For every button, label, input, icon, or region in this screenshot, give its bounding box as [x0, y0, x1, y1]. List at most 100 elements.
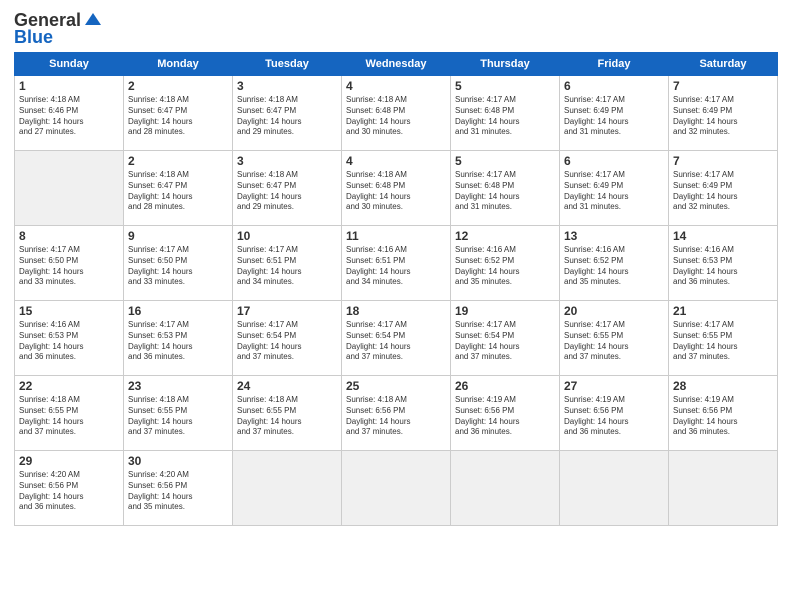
day-header-monday: Monday — [124, 53, 233, 76]
calendar-cell: 5 Sunrise: 4:17 AM Sunset: 6:48 PM Daylig… — [451, 151, 560, 226]
day-number: 13 — [564, 229, 664, 243]
cell-info: Sunrise: 4:17 AM Sunset: 6:50 PM Dayligh… — [19, 245, 119, 288]
day-number: 7 — [673, 154, 773, 168]
calendar-cell: 5 Sunrise: 4:17 AM Sunset: 6:48 PM Daylig… — [451, 76, 560, 151]
day-number: 2 — [128, 79, 228, 93]
day-number: 28 — [673, 379, 773, 393]
logo: General Blue — [14, 10, 103, 48]
calendar-cell: 7 Sunrise: 4:17 AM Sunset: 6:49 PM Daylig… — [669, 151, 778, 226]
calendar-cell: 8 Sunrise: 4:17 AM Sunset: 6:50 PM Daylig… — [15, 226, 124, 301]
calendar-cell: 10 Sunrise: 4:17 AM Sunset: 6:51 PM Dayli… — [233, 226, 342, 301]
day-number: 3 — [237, 79, 337, 93]
day-number: 10 — [237, 229, 337, 243]
day-number: 11 — [346, 229, 446, 243]
calendar-cell: 21Sunrise: 4:17 AM Sunset: 6:55 PM Dayli… — [669, 301, 778, 376]
day-number: 19 — [455, 304, 555, 318]
calendar-cell: 3Sunrise: 4:18 AM Sunset: 6:47 PM Daylig… — [233, 151, 342, 226]
calendar-cell — [15, 151, 124, 226]
day-number: 6 — [564, 79, 664, 93]
day-number: 30 — [128, 454, 228, 468]
day-number: 4 — [346, 154, 446, 168]
calendar-cell: 30 Sunrise: 4:20 AM Sunset: 6:56 PM Dayli… — [124, 451, 233, 526]
cell-info: Sunrise: 4:17 AM Sunset: 6:48 PM Dayligh… — [455, 170, 555, 213]
day-number: 16 — [128, 304, 228, 318]
cell-info: Sunrise: 4:20 AM Sunset: 6:56 PM Dayligh… — [19, 470, 119, 513]
logo-blue-text: Blue — [14, 27, 53, 48]
calendar-cell: 29 Sunrise: 4:20 AM Sunset: 6:56 PM Dayli… — [15, 451, 124, 526]
calendar-cell: 16 Sunrise: 4:17 AM Sunset: 6:53 PM Dayli… — [124, 301, 233, 376]
day-number: 1 — [19, 79, 119, 93]
calendar-cell: 1Sunrise: 4:18 AM Sunset: 6:46 PM Daylig… — [15, 76, 124, 151]
cell-info: Sunrise: 4:18 AM Sunset: 6:47 PM Dayligh… — [128, 170, 228, 213]
cell-info: Sunrise: 4:17 AM Sunset: 6:51 PM Dayligh… — [237, 245, 337, 288]
cell-info: Sunrise: 4:19 AM Sunset: 6:56 PM Dayligh… — [455, 395, 555, 438]
day-number: 3 — [237, 154, 337, 168]
calendar-cell: 11 Sunrise: 4:16 AM Sunset: 6:51 PM Dayli… — [342, 226, 451, 301]
calendar-cell — [451, 451, 560, 526]
calendar-week-2: 8 Sunrise: 4:17 AM Sunset: 6:50 PM Daylig… — [15, 226, 778, 301]
cell-info: Sunrise: 4:17 AM Sunset: 6:53 PM Dayligh… — [128, 320, 228, 363]
calendar-cell: 2 Sunrise: 4:18 AM Sunset: 6:47 PM Daylig… — [124, 151, 233, 226]
cell-info: Sunrise: 4:17 AM Sunset: 6:49 PM Dayligh… — [564, 95, 664, 138]
calendar-cell: 2 Sunrise: 4:18 AM Sunset: 6:47 PM Daylig… — [124, 76, 233, 151]
day-number: 18 — [346, 304, 446, 318]
day-number: 25 — [346, 379, 446, 393]
day-number: 17 — [237, 304, 337, 318]
cell-info: Sunrise: 4:19 AM Sunset: 6:56 PM Dayligh… — [673, 395, 773, 438]
cell-info: Sunrise: 4:16 AM Sunset: 6:51 PM Dayligh… — [346, 245, 446, 288]
cell-info: Sunrise: 4:18 AM Sunset: 6:55 PM Dayligh… — [237, 395, 337, 438]
calendar-cell: 14Sunrise: 4:16 AM Sunset: 6:53 PM Dayli… — [669, 226, 778, 301]
cell-info: Sunrise: 4:19 AM Sunset: 6:56 PM Dayligh… — [564, 395, 664, 438]
calendar-cell: 18 Sunrise: 4:17 AM Sunset: 6:54 PM Dayli… — [342, 301, 451, 376]
cell-info: Sunrise: 4:17 AM Sunset: 6:50 PM Dayligh… — [128, 245, 228, 288]
day-number: 5 — [455, 79, 555, 93]
day-number: 2 — [128, 154, 228, 168]
day-number: 5 — [455, 154, 555, 168]
cell-info: Sunrise: 4:17 AM Sunset: 6:54 PM Dayligh… — [455, 320, 555, 363]
day-number: 24 — [237, 379, 337, 393]
cell-info: Sunrise: 4:16 AM Sunset: 6:52 PM Dayligh… — [564, 245, 664, 288]
day-header-tuesday: Tuesday — [233, 53, 342, 76]
day-number: 14 — [673, 229, 773, 243]
calendar-cell — [233, 451, 342, 526]
calendar-cell: 6Sunrise: 4:17 AM Sunset: 6:49 PM Daylig… — [560, 151, 669, 226]
cell-info: Sunrise: 4:18 AM Sunset: 6:47 PM Dayligh… — [128, 95, 228, 138]
day-number: 8 — [19, 229, 119, 243]
cell-info: Sunrise: 4:20 AM Sunset: 6:56 PM Dayligh… — [128, 470, 228, 513]
calendar-table: SundayMondayTuesdayWednesdayThursdayFrid… — [14, 52, 778, 526]
cell-info: Sunrise: 4:18 AM Sunset: 6:56 PM Dayligh… — [346, 395, 446, 438]
day-number: 23 — [128, 379, 228, 393]
day-number: 15 — [19, 304, 119, 318]
logo-icon — [83, 11, 103, 31]
calendar-cell: 19 Sunrise: 4:17 AM Sunset: 6:54 PM Dayli… — [451, 301, 560, 376]
calendar-cell — [560, 451, 669, 526]
main-container: General Blue SundayMondayTuesdayWednesda… — [0, 0, 792, 534]
cell-info: Sunrise: 4:18 AM Sunset: 6:47 PM Dayligh… — [237, 95, 337, 138]
header: General Blue — [14, 10, 778, 48]
day-number: 9 — [128, 229, 228, 243]
calendar-cell: 3 Sunrise: 4:18 AM Sunset: 6:47 PM Daylig… — [233, 76, 342, 151]
day-header-saturday: Saturday — [669, 53, 778, 76]
cell-info: Sunrise: 4:18 AM Sunset: 6:55 PM Dayligh… — [128, 395, 228, 438]
day-number: 29 — [19, 454, 119, 468]
cell-info: Sunrise: 4:17 AM Sunset: 6:54 PM Dayligh… — [237, 320, 337, 363]
calendar-week-3: 15Sunrise: 4:16 AM Sunset: 6:53 PM Dayli… — [15, 301, 778, 376]
day-number: 27 — [564, 379, 664, 393]
cell-info: Sunrise: 4:17 AM Sunset: 6:49 PM Dayligh… — [564, 170, 664, 213]
calendar-cell: 27 Sunrise: 4:19 AM Sunset: 6:56 PM Dayli… — [560, 376, 669, 451]
cell-info: Sunrise: 4:17 AM Sunset: 6:54 PM Dayligh… — [346, 320, 446, 363]
cell-info: Sunrise: 4:17 AM Sunset: 6:49 PM Dayligh… — [673, 170, 773, 213]
day-number: 4 — [346, 79, 446, 93]
calendar-cell: 4Sunrise: 4:18 AM Sunset: 6:48 PM Daylig… — [342, 76, 451, 151]
day-header-sunday: Sunday — [15, 53, 124, 76]
calendar-cell: 23 Sunrise: 4:18 AM Sunset: 6:55 PM Dayli… — [124, 376, 233, 451]
calendar-week-1: 2 Sunrise: 4:18 AM Sunset: 6:47 PM Daylig… — [15, 151, 778, 226]
calendar-cell: 28 Sunrise: 4:19 AM Sunset: 6:56 PM Dayli… — [669, 376, 778, 451]
cell-info: Sunrise: 4:17 AM Sunset: 6:48 PM Dayligh… — [455, 95, 555, 138]
calendar-cell — [342, 451, 451, 526]
calendar-week-5: 29 Sunrise: 4:20 AM Sunset: 6:56 PM Dayli… — [15, 451, 778, 526]
calendar-cell: 7Sunrise: 4:17 AM Sunset: 6:49 PM Daylig… — [669, 76, 778, 151]
day-header-friday: Friday — [560, 53, 669, 76]
calendar-cell: 17 Sunrise: 4:17 AM Sunset: 6:54 PM Dayli… — [233, 301, 342, 376]
calendar-cell: 12Sunrise: 4:16 AM Sunset: 6:52 PM Dayli… — [451, 226, 560, 301]
